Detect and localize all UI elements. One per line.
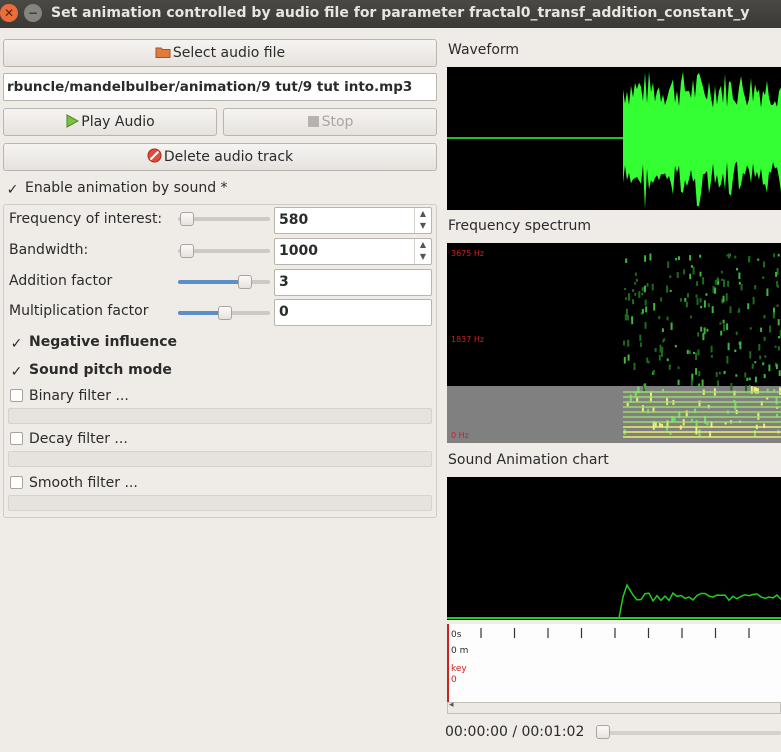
binary-filter-label: Binary filter ...: [29, 388, 129, 404]
negative-influence-checkbox[interactable]: ✓ Negative influence: [10, 331, 177, 353]
bandwidth-label: Bandwidth:: [9, 242, 89, 258]
frequency-input[interactable]: 580 ▲ ▼: [274, 207, 432, 234]
timeline-ticks: [480, 628, 750, 638]
audio-file-path-field[interactable]: rbuncle/mandelbulber/animation/9 tut/9 t…: [3, 73, 437, 101]
empty-checkbox-icon: [10, 432, 23, 445]
spectrum-view: 3675 Hz 1837 Hz 0 Hz: [447, 243, 781, 443]
addition-factor-label: Addition factor: [9, 273, 113, 289]
bandwidth-spinner[interactable]: ▲ ▼: [414, 239, 431, 264]
animation-timeline[interactable]: 0s 0 m key 0: [447, 624, 781, 702]
sound-animation-chart-view: [447, 477, 781, 620]
timeline-scrollbar[interactable]: ◂: [447, 700, 781, 714]
close-window-icon[interactable]: ✕: [0, 4, 18, 22]
frequency-label: Frequency of interest:: [9, 211, 163, 227]
sound-pitch-mode-label: Sound pitch mode: [29, 362, 172, 378]
checkmark-icon: ✓: [6, 182, 19, 198]
timeline-minutes-label: 0 m: [451, 646, 469, 656]
enable-animation-checkbox[interactable]: ✓ Enable animation by sound *: [6, 177, 228, 199]
playback-time-label: 00:00:00 / 00:01:02: [445, 724, 585, 740]
addition-factor-input[interactable]: 3: [274, 269, 432, 296]
stop-label: Stop: [321, 114, 354, 130]
spectrum-high-label: 3675 Hz: [451, 249, 485, 258]
title-bar: ✕ − Set animation controlled by audio fi…: [0, 0, 781, 28]
multiplication-factor-label: Multiplication factor: [9, 303, 149, 319]
stop-icon: [307, 111, 320, 137]
timeline-seconds-label: 0s: [451, 630, 462, 640]
frequency-slider-handle[interactable]: [180, 212, 194, 226]
binary-filter-checkbox[interactable]: Binary filter ...: [10, 385, 129, 407]
sound-pitch-mode-checkbox[interactable]: ✓ Sound pitch mode: [10, 359, 172, 381]
window-title: Set animation controlled by audio file f…: [51, 5, 750, 21]
multiplication-factor-slider-handle[interactable]: [218, 306, 232, 320]
decay-filter-panel: [8, 451, 432, 467]
sound-animation-chart-title: Sound Animation chart: [448, 452, 609, 468]
timeline-key-label: key: [451, 664, 467, 674]
frequency-spinner[interactable]: ▲ ▼: [414, 208, 431, 233]
playback-position-handle[interactable]: [596, 725, 610, 739]
playback-position-slider[interactable]: [600, 731, 781, 735]
empty-checkbox-icon: [10, 476, 23, 489]
spectrum-title: Frequency spectrum: [448, 218, 592, 234]
checkmark-icon: ✓: [10, 364, 23, 380]
play-icon: [65, 111, 80, 137]
waveform-view: [447, 67, 781, 210]
delete-audio-track-label: Delete audio track: [163, 149, 294, 165]
checkmark-icon: ✓: [10, 336, 23, 352]
addition-factor-slider-handle[interactable]: [238, 275, 252, 289]
stop-button[interactable]: Stop: [223, 108, 437, 136]
spectrum-low-label: 0 Hz: [451, 431, 469, 440]
play-audio-label: Play Audio: [81, 114, 155, 130]
timeline-key-value: 0: [451, 675, 457, 685]
select-audio-file-label: Select audio file: [172, 45, 286, 61]
spectrum-graphic: [447, 253, 781, 443]
play-audio-button[interactable]: Play Audio: [3, 108, 217, 136]
addition-factor-slider-fill: [178, 280, 244, 284]
select-audio-file-button[interactable]: Select audio file: [3, 39, 437, 67]
waveform-graphic: [447, 71, 781, 210]
bandwidth-input[interactable]: 1000 ▲ ▼: [274, 238, 432, 265]
bandwidth-slider-handle[interactable]: [180, 244, 194, 258]
frequency-value: 580: [279, 212, 309, 228]
smooth-filter-panel: [8, 495, 432, 511]
decay-filter-checkbox[interactable]: Decay filter ...: [10, 428, 128, 450]
smooth-filter-checkbox[interactable]: Smooth filter ...: [10, 472, 138, 494]
waveform-title: Waveform: [448, 42, 520, 58]
decay-filter-label: Decay filter ...: [29, 431, 128, 447]
binary-filter-panel: [8, 408, 432, 424]
empty-checkbox-icon: [10, 389, 23, 402]
minimize-window-icon[interactable]: −: [24, 4, 42, 22]
bandwidth-value: 1000: [279, 243, 318, 259]
spectrum-mid-label: 1837 Hz: [451, 335, 485, 344]
smooth-filter-label: Smooth filter ...: [29, 475, 138, 491]
delete-icon: [147, 146, 162, 172]
multiplication-factor-input[interactable]: 0: [274, 299, 432, 326]
folder-icon: [155, 42, 171, 68]
delete-audio-track-button[interactable]: Delete audio track: [3, 143, 437, 171]
animation-curve-graphic: [447, 583, 781, 619]
negative-influence-label: Negative influence: [29, 334, 178, 350]
scroll-left-icon[interactable]: ◂: [449, 700, 454, 710]
enable-animation-label: Enable animation by sound *: [25, 180, 228, 196]
